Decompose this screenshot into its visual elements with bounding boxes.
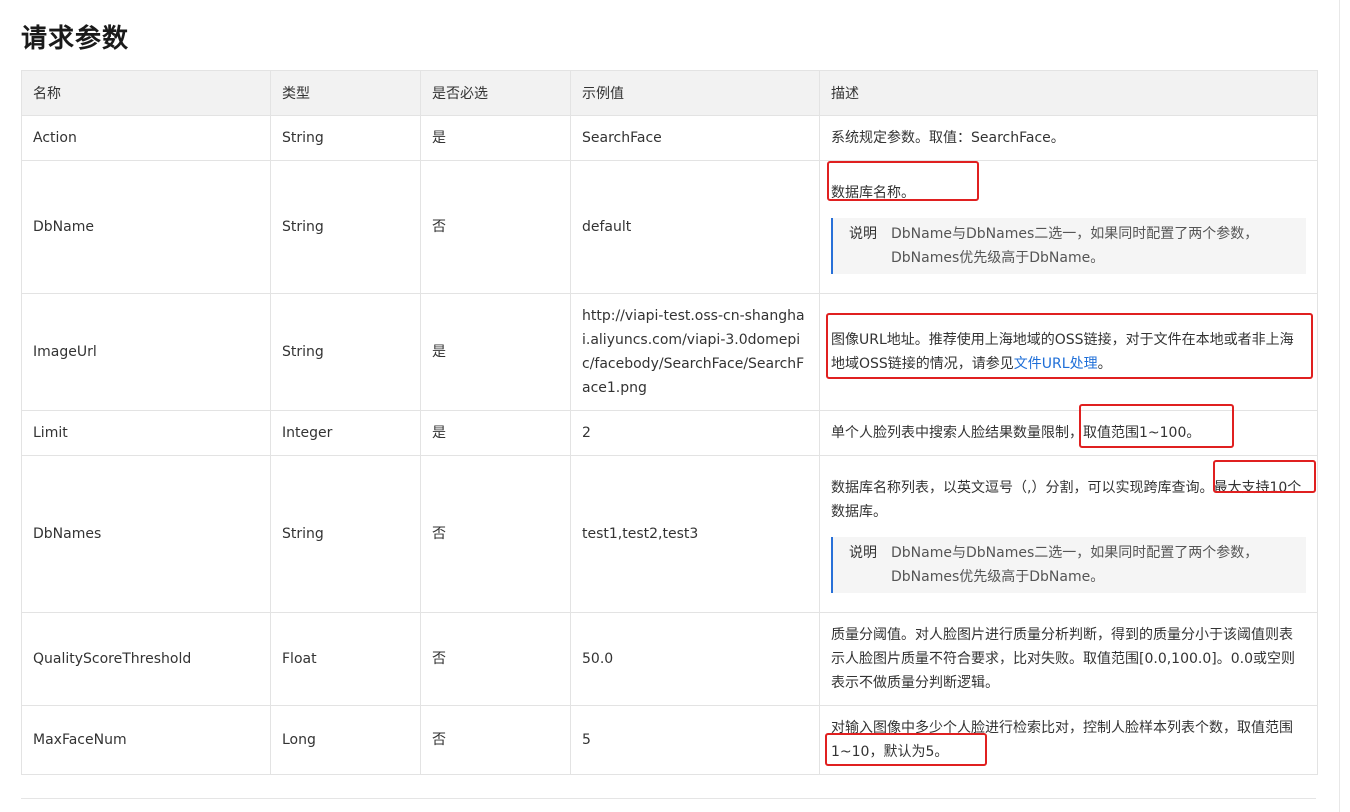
param-type: String bbox=[270, 293, 421, 411]
params-table: 名称 类型 是否必选 示例值 描述 Action String 是 Search… bbox=[21, 70, 1318, 775]
param-type: String bbox=[270, 160, 421, 294]
param-name: ImageUrl bbox=[21, 293, 271, 411]
column-header-type: 类型 bbox=[270, 70, 421, 116]
param-name: DbNames bbox=[21, 455, 271, 613]
description-text-end: 。 bbox=[1097, 356, 1112, 372]
column-header-name: 名称 bbox=[21, 70, 271, 116]
column-header-example: 示例值 bbox=[570, 70, 820, 116]
param-description: 单个人脸列表中搜索人脸结果数量限制，取值范围1~100。 bbox=[819, 410, 1318, 456]
param-description: 质量分阈值。对人脸图片进行质量分析判断，得到的质量分小于该阈值则表示人脸图片质量… bbox=[819, 612, 1318, 706]
table-row: DbNames String 否 test1,test2,test3 数据库名称… bbox=[21, 455, 1318, 613]
table-row: DbName String 否 default 数据库名称。 说明 DbName… bbox=[21, 160, 1318, 294]
note-label: 说明 bbox=[849, 544, 877, 561]
table-row: QualityScoreThreshold Float 否 50.0 质量分阈值… bbox=[21, 612, 1318, 706]
param-required: 否 bbox=[420, 160, 571, 294]
note-text: DbName与DbNames二选一，如果同时配置了两个参数，DbNames优先级… bbox=[891, 225, 1259, 266]
param-required: 否 bbox=[420, 705, 571, 775]
param-name: Limit bbox=[21, 410, 271, 456]
param-example: 5 bbox=[570, 705, 820, 775]
table-row: MaxFaceNum Long 否 5 对输入图像中多少个人脸进行检索比对，控制… bbox=[21, 705, 1318, 775]
param-required: 是 bbox=[420, 410, 571, 456]
note-callout: 说明 DbName与DbNames二选一，如果同时配置了两个参数，DbNames… bbox=[831, 536, 1306, 593]
description-text: 系统规定参数。取值：SearchFace。 bbox=[831, 130, 1065, 146]
param-example: test1,test2,test3 bbox=[570, 455, 820, 613]
param-description: 图像URL地址。推荐使用上海地域的OSS链接，对于文件在本地或者非上海地域OSS… bbox=[819, 293, 1318, 411]
param-type: Long bbox=[270, 705, 421, 775]
description-text: 质量分阈值。对人脸图片进行质量分析判断，得到的质量分小于该阈值则表示人脸图片质量… bbox=[831, 627, 1295, 691]
param-required: 是 bbox=[420, 293, 571, 411]
file-url-link[interactable]: 文件URL处理 bbox=[1014, 356, 1098, 372]
param-required: 是 bbox=[420, 115, 571, 161]
param-description: 数据库名称。 说明 DbName与DbNames二选一，如果同时配置了两个参数，… bbox=[819, 160, 1318, 294]
param-description: 对输入图像中多少个人脸进行检索比对，控制人脸样本列表个数，取值范围1~10，默认… bbox=[819, 705, 1318, 775]
param-example: 2 bbox=[570, 410, 820, 456]
param-required: 否 bbox=[420, 455, 571, 613]
note-callout: 说明 DbName与DbNames二选一，如果同时配置了两个参数，DbNames… bbox=[831, 217, 1306, 274]
param-name: QualityScoreThreshold bbox=[21, 612, 271, 706]
description-text: 对输入图像中多少个人脸进行检索比对，控制人脸样本列表个数，取值范围1~10，默认… bbox=[831, 720, 1293, 760]
description-text: 数据库名称列表，以英文逗号（,）分割，可以实现跨库查询。最大支持10个数据库。 bbox=[831, 479, 1302, 520]
param-description: 系统规定参数。取值：SearchFace。 bbox=[819, 115, 1318, 161]
right-divider bbox=[1339, 0, 1340, 812]
param-type: String bbox=[270, 115, 421, 161]
param-required: 否 bbox=[420, 612, 571, 706]
description-text: 数据库名称。 bbox=[831, 184, 915, 201]
table-row: ImageUrl String 是 http://viapi-test.oss-… bbox=[21, 293, 1318, 411]
param-example: 50.0 bbox=[570, 612, 820, 706]
param-type: String bbox=[270, 455, 421, 613]
param-type: Integer bbox=[270, 410, 421, 456]
param-description: 数据库名称列表，以英文逗号（,）分割，可以实现跨库查询。最大支持10个数据库。 … bbox=[819, 455, 1318, 613]
param-name: MaxFaceNum bbox=[21, 705, 271, 775]
note-text: DbName与DbNames二选一，如果同时配置了两个参数，DbNames优先级… bbox=[891, 544, 1259, 585]
param-type: Float bbox=[270, 612, 421, 706]
bottom-divider bbox=[21, 798, 1316, 799]
param-example: http://viapi-test.oss-cn-shanghai.aliyun… bbox=[570, 293, 820, 411]
table-row: Action String 是 SearchFace 系统规定参数。取值：Sea… bbox=[21, 115, 1318, 161]
param-example: SearchFace bbox=[570, 115, 820, 161]
table-row: Limit Integer 是 2 单个人脸列表中搜索人脸结果数量限制，取值范围… bbox=[21, 410, 1318, 456]
table-header-row: 名称 类型 是否必选 示例值 描述 bbox=[21, 70, 1318, 116]
param-name: DbName bbox=[21, 160, 271, 294]
column-header-required: 是否必选 bbox=[420, 70, 571, 116]
note-label: 说明 bbox=[849, 225, 877, 242]
column-header-description: 描述 bbox=[819, 70, 1318, 116]
param-example: default bbox=[570, 160, 820, 294]
page-title: 请求参数 bbox=[21, 24, 130, 54]
description-text: 单个人脸列表中搜索人脸结果数量限制，取值范围1~100。 bbox=[831, 425, 1201, 441]
param-name: Action bbox=[21, 115, 271, 161]
